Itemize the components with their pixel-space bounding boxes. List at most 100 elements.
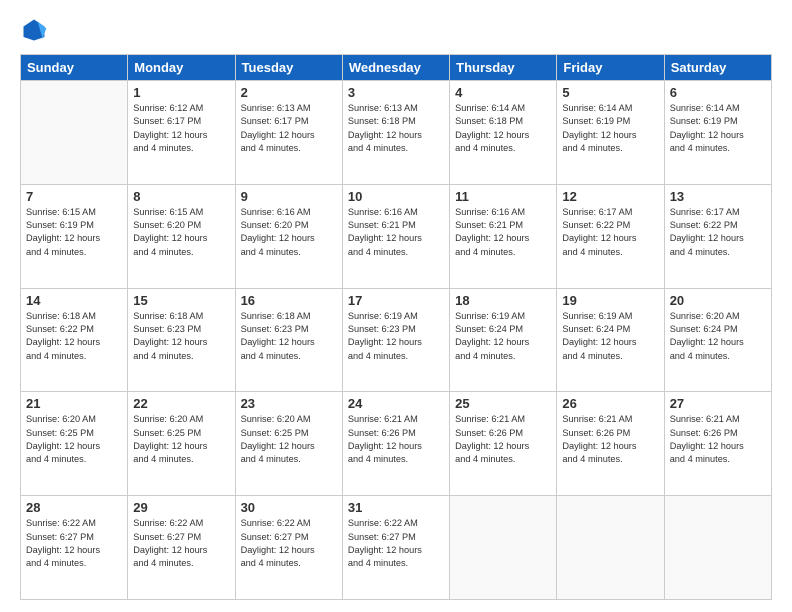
weekday-header-sunday: Sunday <box>21 55 128 81</box>
calendar-cell: 23 Sunrise: 6:20 AMSunset: 6:25 PMDayligh… <box>235 392 342 496</box>
day-info: Sunrise: 6:14 AMSunset: 6:18 PMDaylight:… <box>455 102 551 155</box>
day-number: 8 <box>133 189 229 204</box>
calendar-cell: 20 Sunrise: 6:20 AMSunset: 6:24 PMDayligh… <box>664 288 771 392</box>
day-number: 22 <box>133 396 229 411</box>
calendar-cell: 12Sunrise: 6:17 AMSunset: 6:22 PMDayligh… <box>557 184 664 288</box>
day-info: Sunrise: 6:18 AMSunset: 6:22 PMDaylight:… <box>26 310 122 363</box>
calendar-cell: 29Sunrise: 6:22 AMSunset: 6:27 PMDayligh… <box>128 496 235 600</box>
day-number: 7 <box>26 189 122 204</box>
calendar-cell: 6 Sunrise: 6:14 AMSunset: 6:19 PMDaylight… <box>664 81 771 185</box>
week-row-2: 7 Sunrise: 6:15 AMSunset: 6:19 PMDaylight… <box>21 184 772 288</box>
calendar-cell: 5 Sunrise: 6:14 AMSunset: 6:19 PMDaylight… <box>557 81 664 185</box>
day-number: 15 <box>133 293 229 308</box>
calendar-cell: 7 Sunrise: 6:15 AMSunset: 6:19 PMDaylight… <box>21 184 128 288</box>
day-number: 28 <box>26 500 122 515</box>
day-number: 9 <box>241 189 337 204</box>
weekday-header-saturday: Saturday <box>664 55 771 81</box>
day-info: Sunrise: 6:19 AMSunset: 6:24 PMDaylight:… <box>455 310 551 363</box>
logo <box>20 16 52 44</box>
calendar-cell: 16 Sunrise: 6:18 AMSunset: 6:23 PMDayligh… <box>235 288 342 392</box>
calendar-cell: 10 Sunrise: 6:16 AMSunset: 6:21 PMDayligh… <box>342 184 449 288</box>
calendar-cell: 19 Sunrise: 6:19 AMSunset: 6:24 PMDayligh… <box>557 288 664 392</box>
calendar-cell: 13 Sunrise: 6:17 AMSunset: 6:22 PMDayligh… <box>664 184 771 288</box>
day-info: Sunrise: 6:14 AMSunset: 6:19 PMDaylight:… <box>562 102 658 155</box>
weekday-header-friday: Friday <box>557 55 664 81</box>
day-number: 17 <box>348 293 444 308</box>
week-row-3: 14 Sunrise: 6:18 AMSunset: 6:22 PMDayligh… <box>21 288 772 392</box>
day-info: Sunrise: 6:16 AMSunset: 6:21 PMDaylight:… <box>455 206 551 259</box>
calendar-cell <box>21 81 128 185</box>
calendar-table: SundayMondayTuesdayWednesdayThursdayFrid… <box>20 54 772 600</box>
day-number: 10 <box>348 189 444 204</box>
calendar-cell: 18 Sunrise: 6:19 AMSunset: 6:24 PMDayligh… <box>450 288 557 392</box>
page: SundayMondayTuesdayWednesdayThursdayFrid… <box>0 0 792 612</box>
day-number: 14 <box>26 293 122 308</box>
calendar-cell: 1 Sunrise: 6:12 AMSunset: 6:17 PMDaylight… <box>128 81 235 185</box>
day-number: 2 <box>241 85 337 100</box>
day-number: 23 <box>241 396 337 411</box>
day-number: 26 <box>562 396 658 411</box>
day-info: Sunrise: 6:22 AMSunset: 6:27 PMDaylight:… <box>348 517 444 570</box>
day-info: Sunrise: 6:18 AMSunset: 6:23 PMDaylight:… <box>133 310 229 363</box>
day-number: 13 <box>670 189 766 204</box>
day-number: 3 <box>348 85 444 100</box>
day-number: 16 <box>241 293 337 308</box>
calendar-cell: 3Sunrise: 6:13 AMSunset: 6:18 PMDaylight… <box>342 81 449 185</box>
calendar-cell: 27Sunrise: 6:21 AMSunset: 6:26 PMDayligh… <box>664 392 771 496</box>
calendar-cell: 22 Sunrise: 6:20 AMSunset: 6:25 PMDayligh… <box>128 392 235 496</box>
day-number: 21 <box>26 396 122 411</box>
day-number: 5 <box>562 85 658 100</box>
day-info: Sunrise: 6:15 AMSunset: 6:19 PMDaylight:… <box>26 206 122 259</box>
week-row-5: 28 Sunrise: 6:22 AMSunset: 6:27 PMDayligh… <box>21 496 772 600</box>
weekday-header-row: SundayMondayTuesdayWednesdayThursdayFrid… <box>21 55 772 81</box>
day-number: 4 <box>455 85 551 100</box>
calendar-cell <box>664 496 771 600</box>
week-row-1: 1 Sunrise: 6:12 AMSunset: 6:17 PMDaylight… <box>21 81 772 185</box>
day-info: Sunrise: 6:21 AMSunset: 6:26 PMDaylight:… <box>562 413 658 466</box>
day-number: 31 <box>348 500 444 515</box>
calendar-cell: 15 Sunrise: 6:18 AMSunset: 6:23 PMDayligh… <box>128 288 235 392</box>
day-info: Sunrise: 6:16 AMSunset: 6:21 PMDaylight:… <box>348 206 444 259</box>
day-number: 24 <box>348 396 444 411</box>
day-number: 1 <box>133 85 229 100</box>
day-info: Sunrise: 6:21 AMSunset: 6:26 PMDaylight:… <box>455 413 551 466</box>
day-info: Sunrise: 6:19 AMSunset: 6:23 PMDaylight:… <box>348 310 444 363</box>
header <box>20 16 772 44</box>
calendar-cell: 11 Sunrise: 6:16 AMSunset: 6:21 PMDayligh… <box>450 184 557 288</box>
day-number: 6 <box>670 85 766 100</box>
day-info: Sunrise: 6:18 AMSunset: 6:23 PMDaylight:… <box>241 310 337 363</box>
calendar-cell: 21Sunrise: 6:20 AMSunset: 6:25 PMDayligh… <box>21 392 128 496</box>
day-number: 11 <box>455 189 551 204</box>
day-info: Sunrise: 6:21 AMSunset: 6:26 PMDaylight:… <box>670 413 766 466</box>
weekday-header-tuesday: Tuesday <box>235 55 342 81</box>
calendar-cell: 8Sunrise: 6:15 AMSunset: 6:20 PMDaylight… <box>128 184 235 288</box>
calendar-cell <box>450 496 557 600</box>
week-row-4: 21 Sunrise: 6:20 AMSunset: 6:25 PMDayligh… <box>21 392 772 496</box>
calendar-cell: 4 Sunrise: 6:14 AMSunset: 6:18 PMDaylight… <box>450 81 557 185</box>
calendar-cell: 2 Sunrise: 6:13 AMSunset: 6:17 PMDaylight… <box>235 81 342 185</box>
day-info: Sunrise: 6:13 AMSunset: 6:17 PMDaylight:… <box>241 102 337 155</box>
day-info: Sunrise: 6:21 AMSunset: 6:26 PMDaylight:… <box>348 413 444 466</box>
calendar-cell: 28 Sunrise: 6:22 AMSunset: 6:27 PMDayligh… <box>21 496 128 600</box>
day-info: Sunrise: 6:14 AMSunset: 6:19 PMDaylight:… <box>670 102 766 155</box>
calendar-cell: 25Sunrise: 6:21 AMSunset: 6:26 PMDayligh… <box>450 392 557 496</box>
day-info: Sunrise: 6:12 AMSunset: 6:17 PMDaylight:… <box>133 102 229 155</box>
calendar-cell: 24 Sunrise: 6:21 AMSunset: 6:26 PMDayligh… <box>342 392 449 496</box>
day-number: 20 <box>670 293 766 308</box>
day-number: 19 <box>562 293 658 308</box>
calendar-cell: 17 Sunrise: 6:19 AMSunset: 6:23 PMDayligh… <box>342 288 449 392</box>
day-info: Sunrise: 6:22 AMSunset: 6:27 PMDaylight:… <box>26 517 122 570</box>
day-info: Sunrise: 6:20 AMSunset: 6:25 PMDaylight:… <box>133 413 229 466</box>
day-number: 30 <box>241 500 337 515</box>
day-number: 29 <box>133 500 229 515</box>
day-number: 18 <box>455 293 551 308</box>
day-info: Sunrise: 6:20 AMSunset: 6:24 PMDaylight:… <box>670 310 766 363</box>
weekday-header-monday: Monday <box>128 55 235 81</box>
day-info: Sunrise: 6:20 AMSunset: 6:25 PMDaylight:… <box>241 413 337 466</box>
calendar-cell <box>557 496 664 600</box>
calendar-cell: 14 Sunrise: 6:18 AMSunset: 6:22 PMDayligh… <box>21 288 128 392</box>
calendar-cell: 30Sunrise: 6:22 AMSunset: 6:27 PMDayligh… <box>235 496 342 600</box>
day-info: Sunrise: 6:17 AMSunset: 6:22 PMDaylight:… <box>670 206 766 259</box>
day-info: Sunrise: 6:19 AMSunset: 6:24 PMDaylight:… <box>562 310 658 363</box>
day-number: 12 <box>562 189 658 204</box>
